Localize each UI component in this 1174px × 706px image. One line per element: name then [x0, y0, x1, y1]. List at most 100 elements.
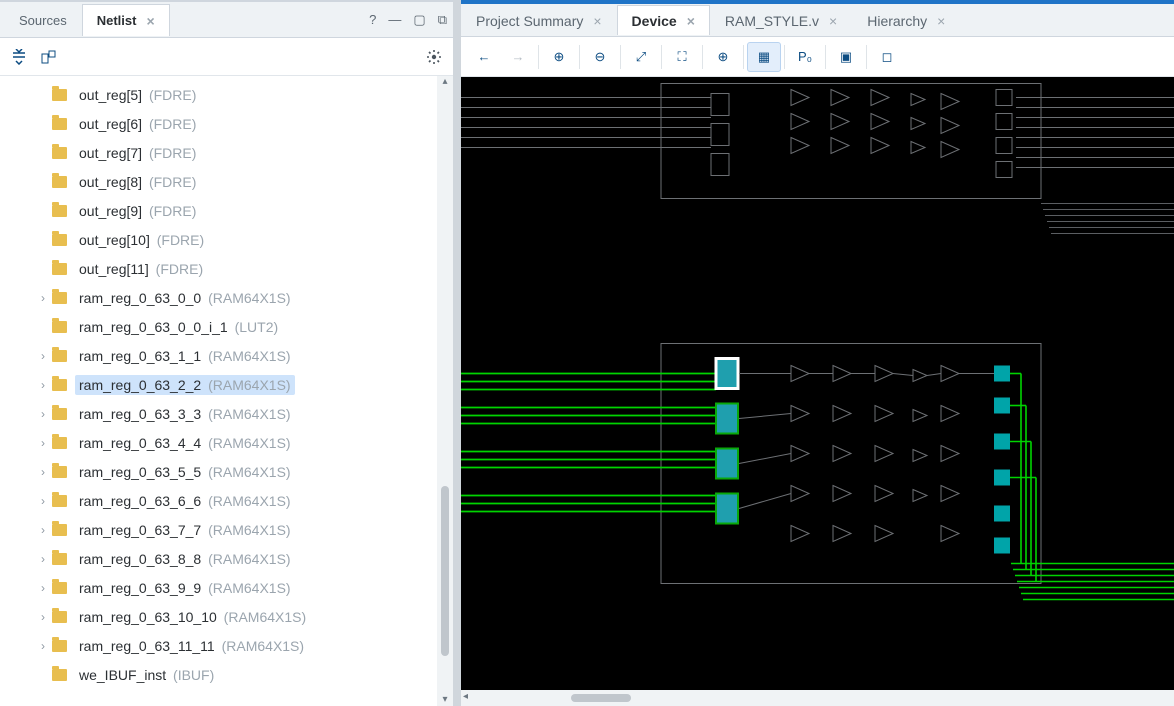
tree-row[interactable]: out_reg[8] (FDRE)	[0, 167, 437, 196]
close-icon[interactable]: ×	[937, 13, 945, 29]
folder-icon	[52, 263, 67, 275]
autofit-button[interactable]: ⊕	[706, 42, 740, 72]
expand-icon[interactable]: ›	[34, 610, 52, 624]
expand-icon[interactable]: ›	[34, 465, 52, 479]
tree-row[interactable]: ›ram_reg_0_63_11_11 (RAM64X1S)	[0, 631, 437, 660]
zoom-area-button[interactable]: ⛶	[665, 42, 699, 72]
node-type: (RAM64X1S)	[204, 290, 290, 306]
node-type: (RAM64X1S)	[204, 348, 290, 364]
show-io-button[interactable]: ▣	[829, 42, 863, 72]
tree-row[interactable]: out_reg[10] (FDRE)	[0, 225, 437, 254]
show-sel-button[interactable]: ◻	[870, 42, 904, 72]
tab-project-summary[interactable]: Project Summary×	[461, 5, 617, 35]
place-button[interactable]: P₀	[788, 42, 822, 72]
tree-row[interactable]: ›ram_reg_0_63_8_8 (RAM64X1S)	[0, 544, 437, 573]
expand-icon[interactable]: ›	[34, 494, 52, 508]
device-canvas[interactable]	[461, 77, 1174, 690]
popout-icon[interactable]: ⧉	[432, 8, 453, 32]
tree-row[interactable]: ›ram_reg_0_63_7_7 (RAM64X1S)	[0, 515, 437, 544]
node-name: ram_reg_0_63_5_5	[79, 464, 201, 480]
tree-row[interactable]: ram_reg_0_63_0_0_i_1 (LUT2)	[0, 312, 437, 341]
close-icon[interactable]: ×	[829, 13, 837, 29]
collapse-all-icon[interactable]	[8, 46, 30, 68]
close-icon[interactable]: ×	[687, 13, 695, 29]
tree-row[interactable]: ›ram_reg_0_63_1_1 (RAM64X1S)	[0, 341, 437, 370]
expand-icon[interactable]: ›	[34, 407, 52, 421]
tree-row[interactable]: › ram_reg_0_63_5_5 (RAM64X1S)	[0, 457, 437, 486]
node-name: ram_reg_0_63_11_11	[79, 638, 215, 654]
folder-icon	[52, 611, 67, 623]
back-button[interactable]: ←	[467, 42, 501, 72]
close-icon[interactable]: ×	[593, 13, 601, 29]
expand-icon[interactable]: ›	[34, 639, 52, 653]
tree-row[interactable]: out_reg[9] (FDRE)	[0, 196, 437, 225]
node-type: (RAM64X1S)	[204, 464, 290, 480]
expand-icon[interactable]: ›	[34, 581, 52, 595]
vertical-scrollbar[interactable]: ▴ ▾	[437, 76, 453, 706]
zoom-out-button[interactable]: ⊖	[583, 42, 617, 72]
node-name: ram_reg_0_63_2_2	[79, 377, 201, 393]
node-type: (FDRE)	[153, 232, 204, 248]
node-type: (RAM64X1S)	[204, 435, 290, 451]
tree-row[interactable]: out_reg[7] (FDRE)	[0, 138, 437, 167]
folder-icon	[52, 495, 67, 507]
node-name: we_IBUF_inst	[79, 667, 166, 683]
horizontal-scrollbar[interactable]: ◂	[461, 690, 1174, 706]
node-type: (RAM64X1S)	[204, 580, 290, 596]
netlist-tree[interactable]: out_reg[5] (FDRE)out_reg[6] (FDRE)out_re…	[0, 76, 437, 706]
folder-icon	[52, 321, 67, 333]
left-tabbar: SourcesNetlist× ? — ▢ ⧉	[0, 2, 453, 38]
expand-icon[interactable]: ›	[34, 523, 52, 537]
node-type: (RAM64X1S)	[204, 522, 290, 538]
maximize-icon[interactable]: ▢	[407, 8, 431, 32]
expand-icon[interactable]: ›	[34, 552, 52, 566]
folder-icon	[52, 524, 67, 536]
expand-icon[interactable]	[38, 46, 60, 68]
tab-device[interactable]: Device×	[617, 5, 710, 35]
node-name: ram_reg_0_63_10_10	[79, 609, 217, 625]
node-name: out_reg[7]	[79, 145, 142, 161]
minimize-icon[interactable]: —	[382, 8, 407, 31]
node-name: out_reg[8]	[79, 174, 142, 190]
folder-icon	[52, 176, 67, 188]
expand-icon[interactable]: ›	[34, 349, 52, 363]
node-type: (RAM64X1S)	[204, 377, 290, 393]
expand-icon[interactable]: ›	[34, 291, 52, 305]
folder-icon	[52, 234, 67, 246]
tree-row[interactable]: out_reg[6] (FDRE)	[0, 109, 437, 138]
zoom-fit-button[interactable]: ⤢	[624, 42, 658, 72]
tree-row[interactable]: we_IBUF_inst (IBUF)	[0, 660, 437, 689]
tab-sources[interactable]: Sources	[4, 4, 82, 36]
tree-row[interactable]: › ram_reg_0_63_10_10 (RAM64X1S)	[0, 602, 437, 631]
tree-row[interactable]: out_reg[11] (FDRE)	[0, 254, 437, 283]
node-type: (RAM64X1S)	[220, 609, 306, 625]
close-icon[interactable]: ×	[146, 13, 154, 29]
panel-divider[interactable]	[453, 0, 461, 706]
folder-icon	[52, 205, 67, 217]
expand-icon[interactable]: ›	[34, 436, 52, 450]
folder-icon	[52, 379, 67, 391]
netlist-panel: SourcesNetlist× ? — ▢ ⧉ out_reg[5] (FDRE…	[0, 0, 453, 706]
tree-row[interactable]: ›ram_reg_0_63_6_6 (RAM64X1S)	[0, 486, 437, 515]
zoom-in-button[interactable]: ⊕	[542, 42, 576, 72]
netlist-toolbar	[0, 38, 453, 76]
routing-button[interactable]: ▦	[747, 42, 781, 72]
node-name: ram_reg_0_63_4_4	[79, 435, 201, 451]
tab-ram-style-v[interactable]: RAM_STYLE.v×	[710, 5, 852, 35]
expand-icon[interactable]: ›	[34, 378, 52, 392]
tab-netlist[interactable]: Netlist×	[82, 4, 170, 36]
node-name: ram_reg_0_63_9_9	[79, 580, 201, 596]
settings-icon[interactable]	[423, 46, 445, 68]
tab-hierarchy[interactable]: Hierarchy×	[852, 5, 960, 35]
tree-row[interactable]: › ram_reg_0_63_2_2 (RAM64X1S)	[0, 370, 437, 399]
node-name: ram_reg_0_63_3_3	[79, 406, 201, 422]
node-type: (LUT2)	[231, 319, 278, 335]
tree-row[interactable]: › ram_reg_0_63_9_9 (RAM64X1S)	[0, 573, 437, 602]
node-type: (FDRE)	[145, 116, 196, 132]
help-icon[interactable]: ?	[363, 8, 382, 31]
tree-row[interactable]: › ram_reg_0_63_4_4 (RAM64X1S)	[0, 428, 437, 457]
tree-row[interactable]: ›ram_reg_0_63_0_0 (RAM64X1S)	[0, 283, 437, 312]
folder-icon	[52, 669, 67, 681]
tree-row[interactable]: out_reg[5] (FDRE)	[0, 80, 437, 109]
tree-row[interactable]: ›ram_reg_0_63_3_3 (RAM64X1S)	[0, 399, 437, 428]
